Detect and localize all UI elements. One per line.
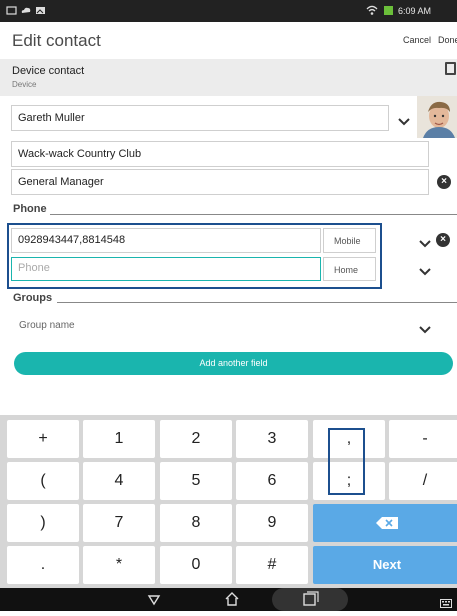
key-close-paren[interactable]: ) [7, 504, 79, 542]
expand-name-chevron-icon[interactable] [397, 114, 411, 126]
group-name-placeholder: Group name [19, 320, 75, 331]
key-hash[interactable]: # [236, 546, 308, 584]
key-4[interactable]: 4 [83, 462, 155, 500]
backspace-icon [376, 517, 398, 529]
group-name-field[interactable]: Group name [11, 314, 431, 340]
groups-section-divider [57, 302, 457, 303]
key-slash[interactable]: / [389, 462, 457, 500]
phone-home-dropdown-chevron-icon[interactable] [418, 264, 432, 276]
key-asterisk[interactable]: * [83, 546, 155, 584]
phone-mobile-field[interactable]: 0928943447,8814548 [11, 228, 321, 253]
phone-mobile-type[interactable]: Mobile [323, 228, 376, 253]
cloud-icon [20, 5, 31, 16]
key-0[interactable]: 0 [160, 546, 232, 584]
job-title-value: General Manager [18, 176, 104, 188]
key-7[interactable]: 7 [83, 504, 155, 542]
company-field[interactable]: Wack-wack Country Club [11, 141, 429, 167]
company-value: Wack-wack Country Club [18, 148, 142, 160]
app-bar: Edit contact Cancel Done [0, 22, 457, 60]
phone-home-type-label: Home [334, 265, 359, 275]
screenshot-icon [6, 5, 17, 16]
key-1[interactable]: 1 [83, 420, 155, 458]
key-period[interactable]: . [7, 546, 79, 584]
account-name: Device contact [12, 65, 85, 77]
key-plus[interactable]: + [7, 420, 79, 458]
key-9[interactable]: 9 [236, 504, 308, 542]
groups-dropdown-chevron-icon[interactable] [418, 322, 432, 334]
account-type: Device [12, 80, 37, 89]
wifi-icon [366, 5, 378, 16]
phone-home-type[interactable]: Home [323, 257, 376, 281]
clock: 6:09 AM [398, 6, 432, 16]
keyboard-switch-icon[interactable] [440, 595, 452, 613]
account-row: Device contact Device [0, 59, 457, 96]
status-bar: 6:09 AM [0, 0, 457, 22]
phone-mobile-type-label: Mobile [334, 236, 361, 246]
key-open-paren[interactable]: ( [7, 462, 79, 500]
home-icon[interactable] [224, 591, 240, 612]
page-title: Edit contact [12, 31, 101, 50]
key-8[interactable]: 8 [160, 504, 232, 542]
remove-phone-icon[interactable]: × [436, 233, 450, 247]
key-3[interactable]: 3 [236, 420, 308, 458]
navigation-bar [0, 588, 457, 611]
key-5[interactable]: 5 [160, 462, 232, 500]
groups-section-header: Groups [13, 292, 53, 304]
name-field[interactable]: Gareth Muller [11, 105, 389, 131]
phone-section-header: Phone [13, 203, 47, 215]
key-2[interactable]: 2 [160, 420, 232, 458]
recent-apps-icon[interactable] [272, 588, 348, 611]
phone-home-field[interactable]: Phone [11, 257, 321, 281]
job-title-field[interactable]: General Manager [11, 169, 429, 195]
avatar[interactable] [417, 96, 457, 138]
name-value: Gareth Muller [18, 112, 85, 124]
separator-keys-highlight [328, 428, 365, 495]
phone-mobile-dropdown-chevron-icon[interactable] [418, 236, 432, 248]
phone-section-divider [50, 214, 457, 215]
battery-icon [383, 5, 394, 16]
phone-mobile-value: 0928943447,8814548 [18, 234, 126, 246]
device-icon [444, 61, 457, 81]
add-another-field-button[interactable]: Add another field [14, 352, 453, 375]
next-key[interactable]: Next [313, 546, 457, 584]
phone-home-placeholder: Phone [18, 262, 50, 274]
remove-title-icon[interactable]: × [437, 175, 451, 189]
image-icon [35, 5, 46, 16]
key-minus[interactable]: - [389, 420, 457, 458]
done-button[interactable]: Done [438, 35, 457, 45]
back-icon[interactable] [147, 593, 161, 611]
key-6[interactable]: 6 [236, 462, 308, 500]
backspace-key[interactable] [313, 504, 457, 542]
add-another-field-label: Add another field [199, 358, 268, 368]
cancel-button[interactable]: Cancel [403, 35, 431, 45]
